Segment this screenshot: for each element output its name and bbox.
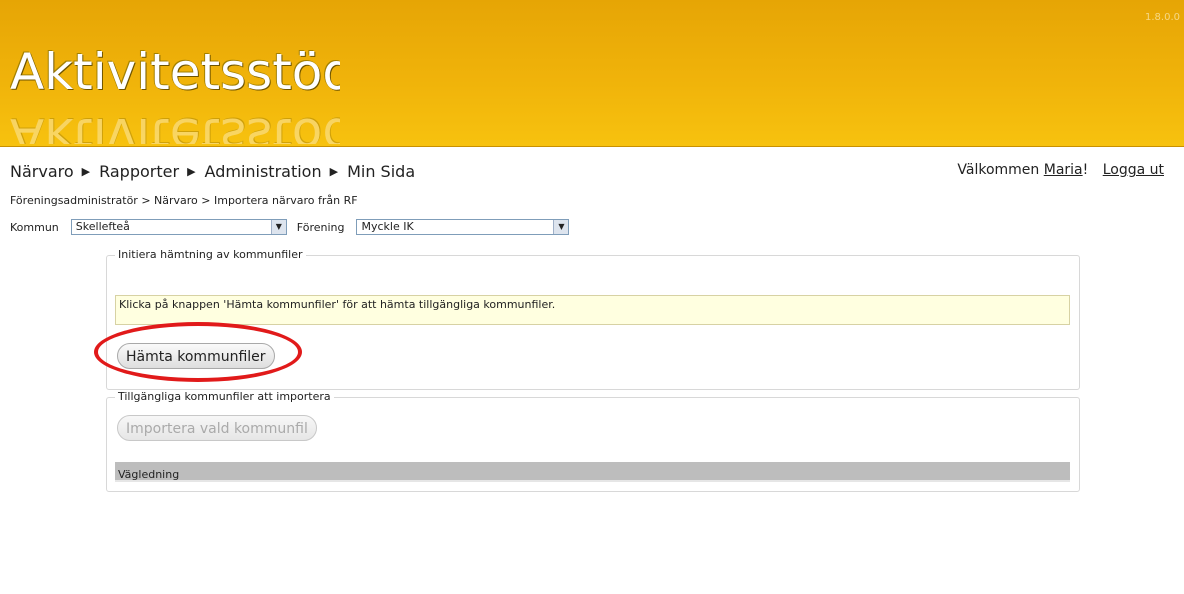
fetch-panel-legend: Initiera hämtning av kommunfiler <box>115 248 306 261</box>
fetch-info-message: Klicka på knappen 'Hämta kommunfiler' fö… <box>115 295 1070 325</box>
import-files-panel: Tillgängliga kommunfiler att importera I… <box>106 390 1080 492</box>
breadcrumb: Föreningsadministratör > Närvaro > Impor… <box>10 194 358 207</box>
logo-reflection: Aktivitetsstöd <box>10 107 340 144</box>
filter-row: Kommun Skellefteå ▼ Förening Myckle IK ▼ <box>10 219 570 235</box>
import-panel-legend: Tillgängliga kommunfiler att importera <box>115 390 334 403</box>
kommun-selected-value: Skellefteå <box>75 220 130 233</box>
app-logo: Aktivitetsstöd Aktivitetsstöd <box>10 34 340 144</box>
dropdown-arrow-icon[interactable]: ▼ <box>553 220 569 234</box>
nav-arrow-icon: ▶ <box>81 164 91 178</box>
user-welcome: Välkommen Maria! Logga ut <box>957 162 1164 178</box>
nav-arrow-icon: ▶ <box>187 164 196 178</box>
forening-selected-value: Myckle IK <box>361 220 414 233</box>
main-nav: Närvaro ▶ Rapporter ▶ Administration ▶ M… <box>10 159 423 183</box>
nav-item-administration[interactable]: Administration <box>205 162 322 181</box>
logout-link[interactable]: Logga ut <box>1103 162 1164 178</box>
forening-select[interactable]: Myckle IK ▼ <box>356 219 570 235</box>
welcome-text: Välkommen <box>957 162 1040 178</box>
nav-arrow-icon: ▶ <box>329 164 339 178</box>
kommun-label: Kommun <box>10 220 59 234</box>
nav-item-rapporter[interactable]: Rapporter <box>99 162 179 181</box>
guide-header[interactable]: Vägledning <box>115 462 1070 482</box>
forening-label: Förening <box>296 220 345 234</box>
import-file-button[interactable]: Importera vald kommunfil <box>117 415 317 441</box>
fetch-files-panel: Initiera hämtning av kommunfiler Klicka … <box>106 248 1080 390</box>
nav-item-min-sida[interactable]: Min Sida <box>347 162 415 181</box>
welcome-suffix: ! <box>1082 162 1089 178</box>
fetch-files-button[interactable]: Hämta kommunfiler <box>117 343 275 369</box>
nav-item-narvaro[interactable]: Närvaro <box>10 162 74 181</box>
user-name-link[interactable]: Maria <box>1044 162 1083 178</box>
app-header: Aktivitetsstöd Aktivitetsstöd 1.8.0.0 <box>0 0 1184 147</box>
version-label: 1.8.0.0 <box>1145 12 1180 23</box>
kommun-select[interactable]: Skellefteå ▼ <box>70 219 287 235</box>
dropdown-arrow-icon[interactable]: ▼ <box>270 220 286 234</box>
